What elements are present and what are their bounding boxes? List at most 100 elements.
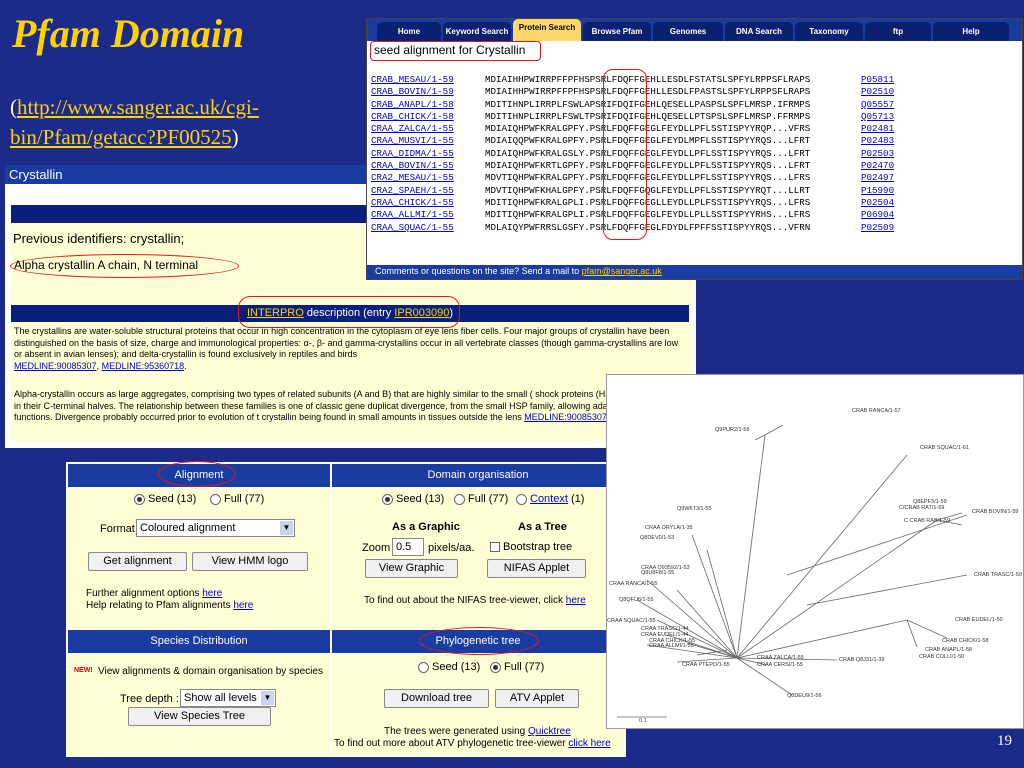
tree-leaf-label: CRAB BOVIN/1-59	[972, 509, 1019, 515]
chevron-down-icon: ▼	[261, 691, 274, 705]
alignment-row-accession[interactable]: P02470	[861, 160, 894, 172]
alignment-row-accession[interactable]: P15990	[861, 185, 894, 197]
tree-leaf-label: Q8QFU6/1-55	[619, 597, 654, 603]
medline-link-2[interactable]: MEDLINE:95360718	[102, 361, 185, 371]
tree-leaf-label: Q9PUR2/1-56	[715, 427, 750, 433]
nifas-label: To find out about the NIFAS tree-viewer,…	[364, 595, 563, 606]
alignment-row-name[interactable]: CRA2_SPAEH/1-55	[371, 185, 454, 197]
atv-click-here-link[interactable]: click here	[568, 738, 610, 749]
view-hmm-logo-button[interactable]: View HMM logo	[192, 552, 308, 571]
tree-leaf-label: CRAB EUDEL/1-50	[955, 617, 1003, 623]
alignment-highlight-oval	[158, 461, 236, 487]
get-alignment-button[interactable]: Get alignment	[88, 552, 187, 571]
tree-leaf-label: CRAA ZALCA/1-55	[757, 655, 804, 661]
tree-leaf-label: CRAB RANCA/1-57	[852, 408, 901, 414]
checkbox-icon	[490, 542, 500, 553]
alignment-row-accession[interactable]: P02483	[861, 135, 894, 147]
pixels-label: pixels/aa.	[428, 542, 475, 554]
tab-browse-pfam[interactable]: Browse Pfam	[583, 22, 651, 41]
help-alignments-link[interactable]: here	[233, 600, 253, 611]
view-graphic-button[interactable]: View Graphic	[365, 559, 458, 578]
alignment-row-sequence: MDITIHNPLIRRPLFSWLAPSRIFDQIFGEHLQESELLPA…	[485, 98, 811, 110]
alignment-seed-radio[interactable]: Seed (13)	[134, 493, 196, 505]
alignment-row-name[interactable]: CRAA_CHICK/1-55	[371, 197, 454, 209]
alignment-row-name[interactable]: CRAB_MESAU/1-59	[371, 74, 454, 86]
tab-help[interactable]: Help	[933, 22, 1009, 41]
alignment-row-name[interactable]: CRAA_ZALCA/1-55	[371, 123, 454, 135]
alignment-row-name[interactable]: CRAB_ANAPL/1-58	[371, 99, 454, 111]
alignment-row-accession[interactable]: P06904	[861, 209, 894, 221]
footer-email-link[interactable]: pfam@sanger.ac.uk	[582, 266, 662, 276]
bootstrap-checkbox[interactable]: Bootstrap tree	[490, 541, 572, 553]
alignment-row-name[interactable]: CRAA_MUSVI/1-55	[371, 135, 454, 147]
radio-selected-icon	[134, 493, 145, 505]
nifas-here-link[interactable]: here	[566, 595, 586, 606]
alignment-row-sequence: MDVTIQHPWFKRALGPFY.PSRLFDQFFGEGLFEYDLLPF…	[485, 172, 811, 184]
pfam-url-link[interactable]: http://www.sanger.ac.uk/cgi-bin/Pfam/get…	[10, 95, 259, 149]
alignment-row-name[interactable]: CRAB_BOVIN/1-59	[371, 86, 454, 98]
tree-leaf-label: Q8DEV0/1-53	[640, 535, 675, 541]
help-label: Help relating to Pfam alignments	[86, 600, 231, 611]
alignment-full-radio[interactable]: Full (77)	[210, 493, 264, 505]
alignment-row-name[interactable]: CRAA_BOVIN/1-55	[371, 160, 454, 172]
tab-home[interactable]: Home	[377, 22, 441, 41]
domain-full-radio[interactable]: Full (77)	[454, 493, 508, 505]
tab-taxonomy[interactable]: Taxonomy	[795, 22, 863, 41]
alignment-row-sequence: MDVTIQHPWFKHALGPFY.PSRLFDQFFGQGLFEYDLLPF…	[485, 184, 811, 196]
alignment-row-accession[interactable]: P02497	[861, 172, 894, 184]
download-tree-button[interactable]: Download tree	[384, 689, 489, 708]
alignment-row-name[interactable]: CRAA_ALLMI/1-55	[371, 209, 454, 221]
quicktree-link[interactable]: Quicktree	[528, 726, 571, 737]
nifas-applet-button[interactable]: NIFAS Applet	[487, 559, 586, 578]
alignment-row-accession[interactable]: Q05713	[861, 111, 894, 123]
alignment-row-sequence: MDITIQHPWFKRALGPLI.PSRLFDQFFGEGLFEYDLLPL…	[485, 209, 811, 221]
alignment-row-accession[interactable]: Q05557	[861, 99, 894, 111]
tab-protein-search[interactable]: Protein Search	[513, 19, 581, 41]
alignment-names: CRAB_MESAU/1-59 CRAB_BOVIN/1-59 CRAB_ANAPL…	[371, 74, 454, 234]
alignment-row-name[interactable]: CRAA_SQUAC/1-55	[371, 222, 454, 234]
alignment-row-sequence: MDIAIHHPWIRRPFFPFHSPSRLFDQFFGEHLLESDLFPA…	[485, 86, 811, 98]
phylo-full-radio[interactable]: Full (77)	[490, 661, 544, 673]
further-options-link[interactable]: here	[202, 588, 222, 599]
tree-depth-select[interactable]: Show all levels ▼	[180, 689, 276, 707]
alignment-row-accession[interactable]: P02504	[861, 197, 894, 209]
alignment-row-accession[interactable]: P02510	[861, 86, 894, 98]
atv-info-text: To find out more about ATV phylogenetic …	[334, 738, 611, 749]
alignment-row-name[interactable]: CRAB_CHICK/1-58	[371, 111, 454, 123]
tree-leaf-label: CRAA CERSI/1-55	[757, 662, 803, 668]
radio-selected-icon	[382, 493, 393, 505]
alignment-row-name[interactable]: CRAA_DIDMA/1-55	[371, 148, 454, 160]
domain-seed-radio[interactable]: Seed (13)	[382, 493, 444, 505]
alignment-row-name[interactable]: CRA2_MESAU/1-55	[371, 172, 454, 184]
zoom-input[interactable]: 0.5	[392, 538, 424, 556]
tree-leaf-label: C/CRAB RAT/1-59	[899, 505, 945, 511]
radio-icon	[516, 493, 527, 505]
alignment-accessions: P05811 P02510 Q05557 Q05713 P02481 P02483 P025…	[861, 74, 894, 234]
seed-label: Seed (13)	[148, 493, 197, 505]
as-graphic-label: As a Graphic	[392, 521, 460, 533]
domain-context-radio[interactable]: Context (1)	[516, 493, 584, 505]
format-select[interactable]: Coloured alignment ▼	[136, 519, 295, 537]
atv-applet-button[interactable]: ATV Applet	[495, 689, 579, 708]
tab-genomes[interactable]: Genomes	[653, 22, 723, 41]
context-link[interactable]: Context	[530, 493, 568, 505]
tab-ftp[interactable]: ftp	[865, 22, 931, 41]
tab-keyword-search[interactable]: Keyword Search	[443, 22, 511, 41]
alignment-row-accession[interactable]: P02509	[861, 222, 894, 234]
tree-depth-value: Show all levels	[184, 692, 257, 704]
medline-link-1[interactable]: MEDLINE:90085307	[14, 361, 97, 371]
radio-icon	[418, 661, 429, 673]
alignment-row-accession[interactable]: P05811	[861, 74, 894, 86]
medline-link-3[interactable]: MEDLINE:90085307	[524, 412, 607, 422]
phylo-highlight-oval	[419, 627, 539, 655]
pfam-nav-tabs: Home Keyword Search Protein Search Brows…	[367, 19, 1022, 41]
further-options-text: Further alignment options here	[86, 588, 222, 599]
alignment-row-accession[interactable]: P02503	[861, 148, 894, 160]
tree-leaf-label: CRAA ORYLA/1-35	[645, 525, 693, 531]
tree-depth-label: Tree depth :	[120, 693, 179, 705]
alignment-row-accession[interactable]: P02481	[861, 123, 894, 135]
tree-branches	[617, 424, 968, 718]
view-species-tree-button[interactable]: View Species Tree	[128, 707, 271, 726]
phylo-seed-radio[interactable]: Seed (13)	[418, 661, 480, 673]
tab-dna-search[interactable]: DNA Search	[725, 22, 793, 41]
